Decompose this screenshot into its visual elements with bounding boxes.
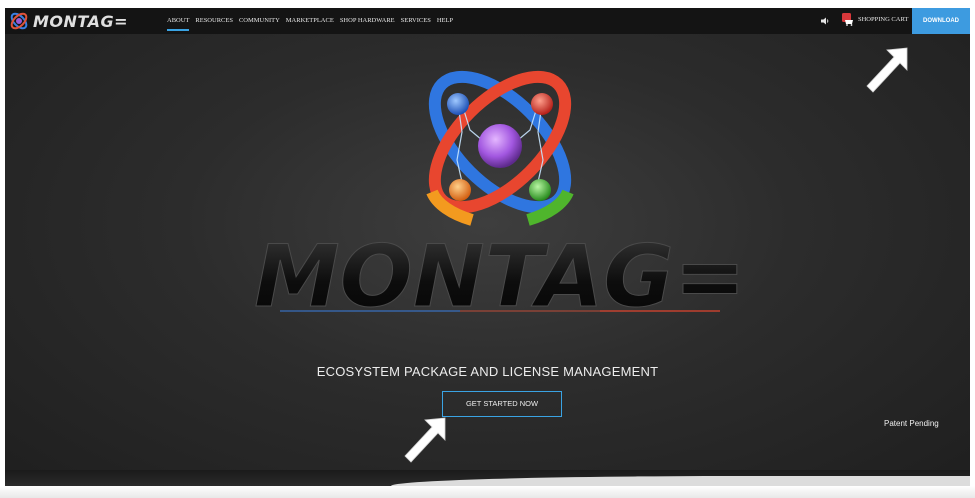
- hero-logo-icon: [426, 70, 574, 226]
- cart-label: SHOPPING CART: [858, 15, 909, 23]
- hero-wordmark-text: MONTAG=: [254, 236, 746, 326]
- nav-item-shop-hardware[interactable]: SHOP HARDWARE: [340, 8, 395, 34]
- patent-notice: Patent Pending: [884, 419, 939, 428]
- download-button[interactable]: DOWNLOAD: [912, 8, 970, 34]
- hero-tagline: ECOSYSTEM PACKAGE AND LICENSE MANAGEMENT: [316, 364, 659, 379]
- main-menu: ABOUT RESOURCES COMMUNITY MARKETPLACE SHOP H…: [167, 8, 453, 34]
- page-frame: MONTAG= ABOUT RESOURCES COMMUNITY MARKETPLA…: [5, 8, 970, 486]
- brand-name: MONTAG=: [33, 11, 129, 31]
- bottom-strip: [0, 486, 975, 498]
- nav-item-resources[interactable]: RESOURCES: [195, 8, 233, 34]
- nav-item-about[interactable]: ABOUT: [167, 8, 190, 34]
- nav-item-community[interactable]: COMMUNITY: [239, 8, 280, 34]
- nav-item-services[interactable]: SERVICES: [401, 8, 431, 34]
- arrow-pointer-icon: [866, 47, 908, 93]
- get-started-button[interactable]: GET STARTED NOW: [442, 391, 562, 417]
- cart-icon: [842, 13, 853, 26]
- nav-item-help[interactable]: HELP: [437, 8, 453, 34]
- bottom-band: [5, 470, 970, 486]
- speaker-icon[interactable]: [820, 16, 830, 26]
- hero-wordmark: MONTAG=: [254, 236, 747, 326]
- shopping-cart-link[interactable]: SHOPPING CART: [841, 12, 908, 26]
- arrow-pointer-icon: [404, 417, 446, 463]
- montag-logo-icon: [10, 12, 28, 30]
- nav-item-marketplace[interactable]: MARKETPLACE: [286, 8, 334, 34]
- top-nav: MONTAG= ABOUT RESOURCES COMMUNITY MARKETPLA…: [5, 8, 970, 34]
- brand-logo[interactable]: MONTAG=: [9, 11, 128, 31]
